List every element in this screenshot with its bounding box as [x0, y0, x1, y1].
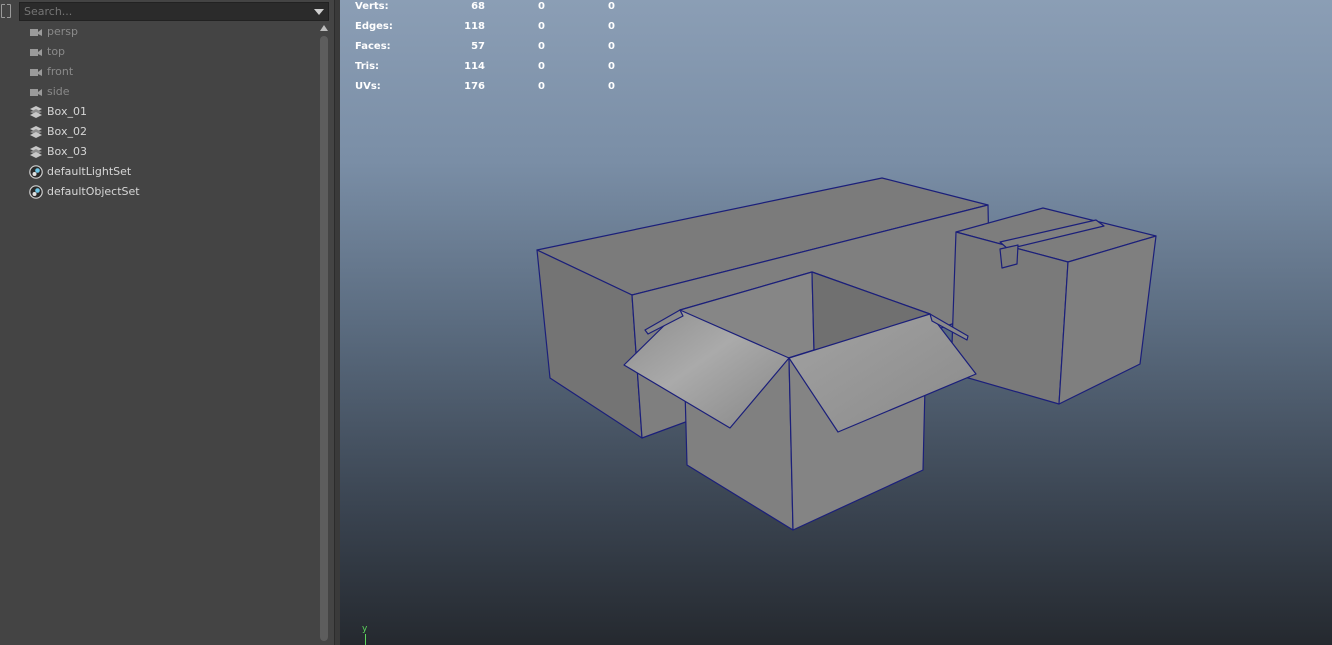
hud-row-uvs: UVs: 176 0 0 [355, 80, 615, 100]
outliner-item-front[interactable]: front [0, 62, 318, 82]
outliner-item-label: defaultObjectSet [47, 185, 140, 198]
hud-label: Tris: [355, 61, 380, 72]
outliner-item-top[interactable]: top [0, 42, 318, 62]
outliner-item-label: side [47, 85, 70, 98]
3d-viewport[interactable]: Verts: 68 0 0 Edges: 118 0 0 Faces: 57 0… [340, 0, 1332, 645]
outliner-item-default-object-set[interactable]: defaultObjectSet [0, 182, 318, 202]
hud-label: UVs: [355, 81, 381, 92]
outliner-item-label: Box_02 [47, 125, 87, 138]
hud-value: 0 [538, 21, 545, 32]
scroll-up-icon[interactable] [320, 25, 328, 31]
mesh-icon [30, 106, 42, 118]
mesh-icon [30, 146, 42, 158]
camera-icon [30, 49, 42, 56]
mesh-icon [30, 126, 42, 138]
outliner-item-label: front [47, 65, 74, 78]
hud-row-edges: Edges: 118 0 0 [355, 20, 615, 40]
outliner-list: persp top front side Box_01 Box_02 Box_0… [0, 22, 318, 202]
outliner-item-label: persp [47, 25, 78, 38]
hud-row-verts: Verts: 68 0 0 [355, 0, 615, 20]
outliner-item-default-light-set[interactable]: defaultLightSet [0, 162, 318, 182]
outliner-item-box-01[interactable]: Box_01 [0, 102, 318, 122]
scroll-thumb[interactable] [320, 36, 328, 641]
camera-icon [30, 29, 42, 36]
filter-icon[interactable] [1, 4, 11, 18]
hud-value: 0 [608, 41, 615, 52]
outliner-item-persp[interactable]: persp [0, 22, 318, 42]
hud-value: 57 [471, 41, 485, 52]
hud-value: 68 [471, 1, 485, 12]
hud-value: 118 [464, 21, 485, 32]
hud-row-tris: Tris: 114 0 0 [355, 60, 615, 80]
axis-indicator-y [365, 634, 366, 645]
search-bar [0, 2, 330, 22]
outliner-item-box-02[interactable]: Box_02 [0, 122, 318, 142]
set-icon [29, 165, 43, 179]
search-input[interactable] [19, 2, 329, 21]
hud-label: Edges: [355, 21, 393, 32]
hud-value: 176 [464, 81, 485, 92]
hud-row-faces: Faces: 57 0 0 [355, 40, 615, 60]
hud-label: Verts: [355, 1, 389, 12]
outliner-panel: persp top front side Box_01 [0, 0, 334, 645]
outliner-item-box-03[interactable]: Box_03 [0, 142, 318, 162]
outliner-item-side[interactable]: side [0, 82, 318, 102]
outliner-item-label: top [47, 45, 66, 58]
outliner-item-label: defaultLightSet [47, 165, 132, 178]
hud-value: 0 [608, 1, 615, 12]
hud-value: 0 [538, 41, 545, 52]
outliner-scrollbar[interactable] [319, 24, 329, 643]
hud-label: Faces: [355, 41, 391, 52]
hud-value: 0 [608, 61, 615, 72]
hud-value: 0 [608, 81, 615, 92]
outliner-item-label: Box_01 [47, 105, 87, 118]
camera-icon [30, 89, 42, 96]
hud-value: 0 [538, 81, 545, 92]
box-taped[interactable] [950, 207, 1157, 405]
camera-icon [30, 69, 42, 76]
hud-value: 114 [464, 61, 485, 72]
outliner-item-label: Box_03 [47, 145, 87, 158]
axis-label-y: y [362, 624, 368, 634]
hud-value: 0 [538, 61, 545, 72]
set-icon [29, 185, 43, 199]
hud-value: 0 [538, 1, 545, 12]
chevron-down-icon[interactable] [314, 9, 324, 15]
poly-count-hud: Verts: 68 0 0 Edges: 118 0 0 Faces: 57 0… [355, 0, 615, 100]
hud-value: 0 [608, 21, 615, 32]
